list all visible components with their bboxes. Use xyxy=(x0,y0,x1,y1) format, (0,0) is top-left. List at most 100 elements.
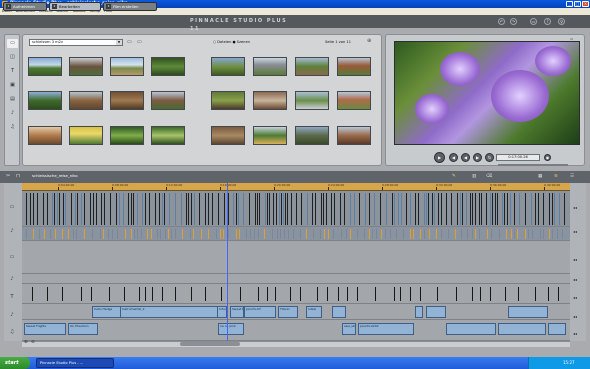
title-clip-marker[interactable] xyxy=(145,287,146,301)
speaker-icon[interactable]: ◂◂ xyxy=(573,257,577,262)
music-clip[interactable] xyxy=(548,323,566,335)
video-clip-frame[interactable] xyxy=(137,193,138,225)
video-clip-frame[interactable] xyxy=(514,193,515,225)
sound-effects-icon[interactable]: ♪ xyxy=(7,109,18,118)
scene-thumbnail[interactable] xyxy=(253,91,287,110)
video-clip-frame[interactable] xyxy=(84,193,85,225)
timeline-ruler[interactable]: 0:04:00.00 0:08:00.00 0:12:00.00 0:16:00.00… xyxy=(22,183,570,191)
video-clip-frame[interactable] xyxy=(119,193,120,225)
speaker-icon[interactable]: ◂◂ xyxy=(573,277,577,282)
title-track[interactable] xyxy=(22,284,570,304)
video-clip-frame[interactable] xyxy=(552,193,553,225)
sound-clip[interactable]: lutzel xyxy=(306,306,322,318)
video-clip-frame[interactable] xyxy=(175,193,176,225)
video-clip-frame[interactable] xyxy=(441,193,442,225)
title-clip-marker[interactable] xyxy=(338,287,339,301)
video-clip-frame[interactable] xyxy=(392,193,393,225)
video-clip-frame[interactable] xyxy=(205,193,206,225)
scene-thumbnail[interactable] xyxy=(253,57,287,76)
sound-clip[interactable]: Intro xyxy=(217,306,227,318)
fullscreen-icon[interactable]: ▭ xyxy=(570,37,577,41)
video-clip-frame[interactable] xyxy=(267,193,268,225)
video-clip-frame[interactable] xyxy=(57,193,58,225)
title-clip-marker[interactable] xyxy=(240,287,241,301)
transitions-icon[interactable]: ◫ xyxy=(7,53,18,62)
split-icon[interactable]: ▥ xyxy=(472,174,476,179)
video-clip-frame[interactable] xyxy=(43,193,44,225)
start-button[interactable]: start xyxy=(0,357,30,369)
video-clip-frame[interactable] xyxy=(472,193,473,225)
undo-icon[interactable]: ↶ xyxy=(498,18,505,25)
video-clip-frame[interactable] xyxy=(188,193,189,225)
video-clip-frame[interactable] xyxy=(549,193,550,225)
video-clip-frame[interactable] xyxy=(63,193,64,225)
video-clip-frame[interactable] xyxy=(269,193,270,225)
zoom-out-icon[interactable]: ⊖ xyxy=(31,340,35,345)
video-scenes-icon[interactable]: ▭ xyxy=(7,39,18,48)
video-clip-frame[interactable] xyxy=(224,193,225,225)
video-clip-frame[interactable] xyxy=(104,193,105,225)
video-clip-frame[interactable] xyxy=(510,193,511,225)
scene-thumbnail[interactable] xyxy=(69,91,103,110)
title-clip-marker[interactable] xyxy=(221,287,222,301)
video-clip-frame[interactable] xyxy=(418,193,419,225)
video-clip-frame[interactable] xyxy=(75,193,76,225)
title-clip-marker[interactable] xyxy=(267,287,268,301)
title-clip-marker[interactable] xyxy=(375,287,376,301)
overlay-track[interactable] xyxy=(22,241,570,274)
video-clip-frame[interactable] xyxy=(564,193,565,225)
video-clip-frame[interactable] xyxy=(428,193,429,225)
video-clip-frame[interactable] xyxy=(279,193,280,225)
title-clip-marker[interactable] xyxy=(191,287,192,301)
video-clip-frame[interactable] xyxy=(434,193,435,225)
title-clip-marker[interactable] xyxy=(327,287,328,301)
music-clip[interactable]: assi_stance_b xyxy=(342,323,356,335)
video-clip-frame[interactable] xyxy=(155,193,156,225)
speaker-icon[interactable]: ◂◂ xyxy=(573,295,577,300)
video-clip-frame[interactable] xyxy=(321,193,322,225)
scene-thumbnail[interactable] xyxy=(295,57,329,76)
video-clip-frame[interactable] xyxy=(401,193,402,225)
video-clip-frame[interactable] xyxy=(287,193,288,225)
video-clip-frame[interactable] xyxy=(466,193,467,225)
title-clip-marker[interactable] xyxy=(420,287,421,301)
disc-menus-icon[interactable]: ▤ xyxy=(7,95,18,104)
video-clip-frame[interactable] xyxy=(374,193,375,225)
video-clip-frame[interactable] xyxy=(233,193,234,225)
video-clip-frame[interactable] xyxy=(259,193,260,225)
video-clip-frame[interactable] xyxy=(159,193,160,225)
music-icon[interactable]: ♫ xyxy=(7,123,18,132)
help-icon[interactable]: ? xyxy=(544,18,551,25)
title-clip-marker[interactable] xyxy=(410,287,411,301)
zoom-in-icon[interactable]: ⊕ xyxy=(24,340,28,345)
maximize-icon[interactable]: □ xyxy=(574,1,581,7)
title-clip-marker[interactable] xyxy=(275,287,276,301)
sound-clip[interactable]: Instrumental_2 xyxy=(120,306,220,318)
video-clip-frame[interactable] xyxy=(344,193,345,225)
video-clip-frame[interactable] xyxy=(432,193,433,225)
music-clip[interactable]: na oe pink xyxy=(218,323,244,335)
video-clip-frame[interactable] xyxy=(354,193,355,225)
music-clip[interactable] xyxy=(498,323,546,335)
folder-icon[interactable]: ▭ xyxy=(127,39,132,45)
title-clip-marker[interactable] xyxy=(400,287,401,301)
video-clip-frame[interactable] xyxy=(90,193,91,225)
scene-thumbnail[interactable] xyxy=(110,57,144,76)
music-track-icon[interactable]: ♫ xyxy=(7,328,17,336)
photos-icon[interactable]: ▣ xyxy=(7,81,18,90)
video-clip-frame[interactable] xyxy=(334,193,335,225)
titles-icon[interactable]: T xyxy=(7,67,18,76)
scrubber-bar[interactable] xyxy=(498,164,568,166)
fast-forward-icon[interactable]: ▶ xyxy=(473,153,482,162)
video-clip-frame[interactable] xyxy=(415,193,416,225)
video-clip-frame[interactable] xyxy=(492,193,493,225)
title-clip-marker[interactable] xyxy=(558,287,559,301)
video-clip-frame[interactable] xyxy=(116,193,117,225)
video-clip-frame[interactable] xyxy=(406,193,407,225)
video-clip-frame[interactable] xyxy=(495,193,496,225)
video-track-icon[interactable]: ▭ xyxy=(7,203,17,211)
video-clip-frame[interactable] xyxy=(273,193,274,225)
video-clip-frame[interactable] xyxy=(181,193,182,225)
sound-clip[interactable] xyxy=(426,306,446,318)
video-clip-frame[interactable] xyxy=(228,193,229,225)
